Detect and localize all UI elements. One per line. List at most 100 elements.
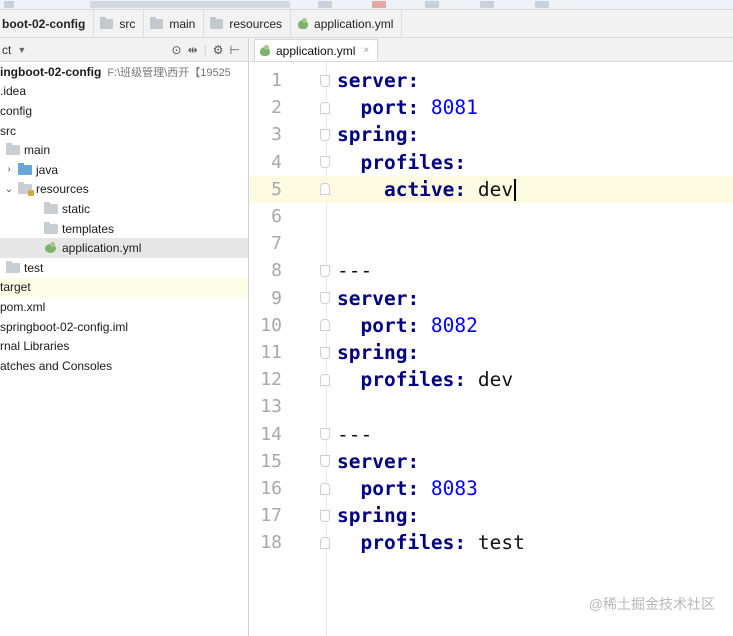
tree-item-config[interactable]: config (0, 101, 248, 121)
tree-item-label: ingboot-02-config (0, 64, 102, 79)
yaml-file-icon (297, 17, 310, 30)
code-line[interactable]: 1 server: (250, 67, 733, 94)
back-icon[interactable] (4, 1, 14, 8)
folder-icon (6, 143, 20, 156)
tree-item-templates[interactable]: templates (0, 219, 248, 239)
fold-marker-icon[interactable] (320, 156, 330, 169)
tree-item-label: java (36, 162, 59, 177)
tree-item-java[interactable]: › java (0, 160, 248, 180)
tree-item-label: main (24, 143, 51, 158)
code-line[interactable]: 12 profiles: dev (250, 366, 733, 393)
code-line[interactable]: 18 profiles: test (250, 529, 733, 556)
watermark: @稀土掘金技术社区 (588, 596, 715, 612)
yaml-key: port: (337, 313, 420, 337)
line-number: 8 (271, 260, 282, 282)
tab-application-yml[interactable]: application.yml × (254, 39, 379, 61)
fold-marker-icon[interactable] (320, 428, 330, 441)
fold-marker-icon[interactable] (320, 373, 330, 386)
code-line[interactable]: 9 server: (250, 285, 733, 312)
collapse-all-icon[interactable]: ⇹ (188, 43, 198, 57)
line-number: 6 (271, 206, 282, 228)
fold-marker-icon[interactable] (320, 536, 330, 549)
breadcrumb-resources[interactable]: resources (204, 10, 292, 37)
code-line[interactable]: 5 active: dev (250, 175, 733, 203)
code-text-area[interactable]: 1 server: 2 port: 8081 3 spring: 4 profiles: 5… (250, 62, 733, 636)
fold-marker-icon[interactable] (320, 346, 330, 359)
tree-item-application-yml[interactable]: application.yml (0, 238, 248, 258)
yaml-file-icon (44, 242, 58, 254)
fold-marker-icon[interactable] (320, 292, 330, 305)
code-text: spring: (337, 504, 419, 527)
code-line[interactable]: 7 (250, 230, 733, 257)
fold-marker-icon[interactable] (320, 101, 330, 114)
code-line[interactable]: 2 port: 8081 (250, 94, 733, 121)
yaml-key: spring: (337, 504, 420, 528)
code-line[interactable]: 16 port: 8083 (250, 475, 733, 502)
code-line[interactable]: 15 server: (250, 448, 733, 475)
close-icon[interactable]: × (363, 45, 369, 56)
toolbar-icon[interactable] (318, 1, 332, 8)
breadcrumb-project[interactable]: boot-02-config (0, 10, 95, 37)
code-line[interactable]: 3 spring: (250, 121, 733, 148)
chevron-down-icon[interactable]: ⌄ (4, 184, 14, 195)
breadcrumb-label: boot-02-config (2, 16, 86, 31)
breadcrumb-file[interactable]: application.yml (291, 10, 403, 37)
source-folder-icon (18, 162, 32, 175)
tree-item-resources[interactable]: ⌄ resources (0, 180, 248, 200)
tree-item-pom[interactable]: pom.xml (0, 297, 248, 317)
breadcrumb-label: application.yml (314, 16, 394, 31)
tree-item-label: pom.xml (0, 299, 46, 314)
gear-icon[interactable]: ⚙ (213, 43, 224, 57)
fold-marker-icon[interactable] (320, 455, 330, 468)
code-line[interactable]: 11 spring: (250, 339, 733, 366)
tree-item-label: test (24, 260, 44, 275)
tree-item-main[interactable]: main (0, 140, 248, 160)
code-line[interactable]: 10 port: 8082 (250, 312, 733, 339)
tree-item-test[interactable]: test (0, 258, 248, 278)
scroll-from-source-icon[interactable]: ⊙ (172, 43, 182, 57)
code-line[interactable]: 14 --- (250, 421, 733, 448)
toolbar-icon[interactable] (480, 1, 494, 8)
code-text: port: 8083 (337, 477, 477, 500)
chevron-right-icon[interactable]: › (4, 164, 14, 175)
tree-item-scratches[interactable]: atches and Consoles (0, 356, 248, 376)
breadcrumb-main[interactable]: main (144, 10, 205, 37)
line-number: 4 (271, 151, 282, 173)
toolbar-icon[interactable] (425, 1, 439, 8)
yaml-key: server: (337, 69, 420, 93)
code-line[interactable]: 4 profiles: (250, 149, 733, 176)
code-line[interactable]: 8 --- (250, 257, 733, 284)
code-text: server: (337, 450, 419, 473)
code-line[interactable]: 6 (250, 203, 733, 230)
code-line[interactable]: 17 spring: (250, 502, 733, 529)
tree-item-label: .idea (0, 84, 27, 99)
fold-marker-icon[interactable] (320, 183, 330, 196)
tree-item-idea[interactable]: .idea (0, 82, 248, 102)
fold-marker-icon[interactable] (320, 74, 330, 87)
tree-item-target[interactable]: target (0, 277, 248, 298)
toolbar-icon[interactable] (372, 1, 386, 8)
tree-item-external-libraries[interactable]: rnal Libraries (0, 336, 248, 356)
tree-item-src[interactable]: src (0, 121, 248, 141)
code-line[interactable]: 13 (250, 393, 733, 420)
tree-item-project-root[interactable]: ingboot-02-config F:\班级管理\西开【19525 (0, 62, 248, 82)
toolbar-icon[interactable] (535, 1, 549, 8)
chevron-down-icon[interactable]: ▼ (17, 45, 26, 55)
breadcrumb-src[interactable]: src (94, 10, 145, 37)
fold-marker-icon[interactable] (320, 482, 330, 495)
fold-marker-icon[interactable] (320, 264, 330, 277)
fold-marker-icon[interactable] (320, 319, 330, 332)
tree-item-label: springboot-02-config.iml (0, 319, 129, 334)
fold-marker-icon[interactable] (320, 128, 330, 141)
hide-panel-icon[interactable]: ⊢ (230, 43, 240, 57)
project-view-selector[interactable]: ct (0, 43, 11, 57)
code-text: profiles: test (337, 531, 524, 554)
line-number: 14 (260, 423, 282, 445)
yaml-value: dev (466, 368, 514, 392)
code-text: --- (337, 423, 372, 446)
code-text: --- (337, 259, 372, 282)
yaml-value: 8081 (419, 96, 478, 120)
tree-item-iml[interactable]: springboot-02-config.iml (0, 317, 248, 337)
tree-item-static[interactable]: static (0, 199, 248, 219)
fold-marker-icon[interactable] (320, 509, 330, 522)
